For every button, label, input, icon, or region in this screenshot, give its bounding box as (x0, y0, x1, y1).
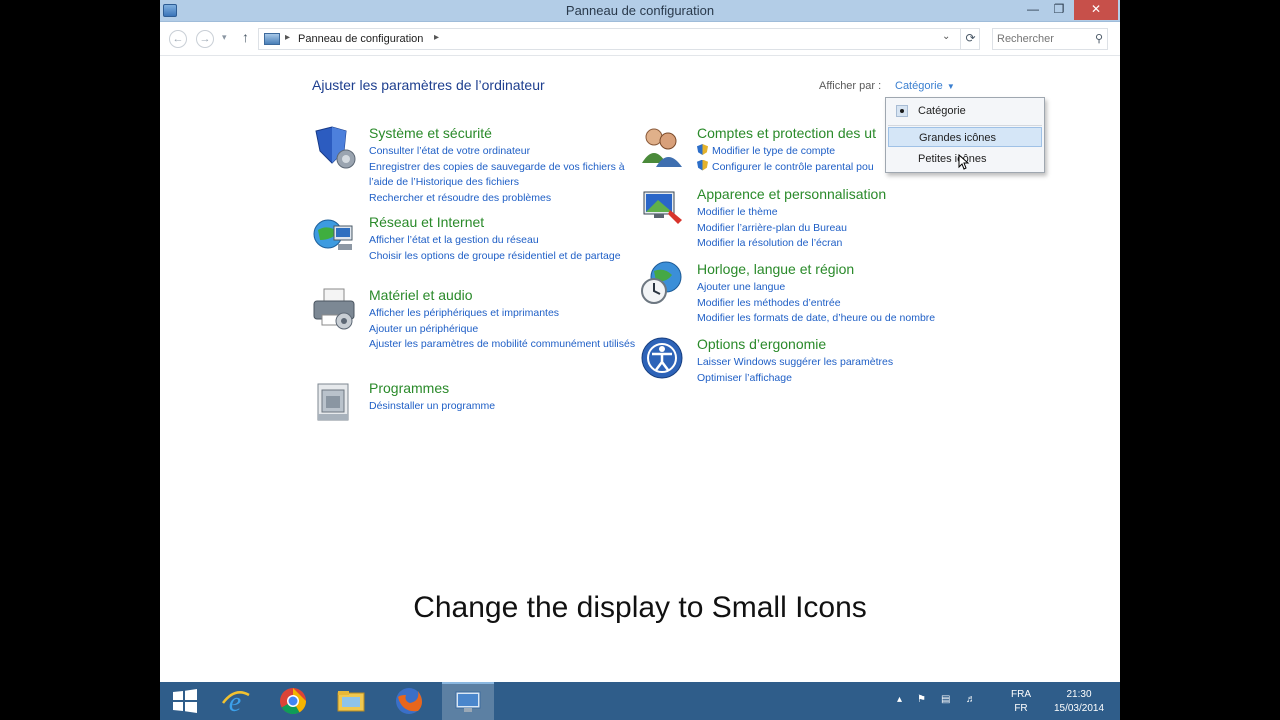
search-box[interactable]: ⚲ (992, 28, 1108, 50)
file-explorer-icon[interactable] (334, 685, 368, 717)
users-icon[interactable] (640, 125, 684, 169)
category-link[interactable]: Enregistrer des copies de sauvegarde de … (369, 160, 637, 191)
taskbar: e ▴ ⚑ ▤ ♬ FRA FR 21:30 15/03/2014 (160, 682, 1120, 720)
ease-of-access-icon[interactable] (640, 336, 684, 380)
clock-date[interactable]: 15/03/2014 (1046, 702, 1112, 716)
clock-globe-icon[interactable] (640, 261, 684, 305)
category-link-label[interactable]: Modifier le type de compte (712, 145, 835, 157)
uac-shield-icon (697, 144, 708, 155)
breadcrumb-separator-icon[interactable]: ▸ (285, 32, 290, 43)
address-dropdown-chevron-icon[interactable]: ⌄ (942, 31, 950, 42)
category-title[interactable]: Réseau et Internet (369, 214, 484, 230)
refresh-icon[interactable]: ⟳ (960, 28, 980, 50)
system-clock[interactable]: 21:30 15/03/2014 (1046, 688, 1112, 716)
keyboard-layout[interactable]: FR (1011, 702, 1031, 716)
title-bar[interactable]: Panneau de configuration — ❐ ✕ (160, 0, 1120, 22)
chevron-down-icon[interactable]: ▼ (945, 82, 955, 91)
search-icon[interactable]: ⚲ (1095, 32, 1103, 45)
taskbar-control-panel-button[interactable] (442, 682, 494, 720)
menu-item-label[interactable]: Petites icônes (918, 153, 986, 165)
control-panel-icon (264, 33, 280, 45)
search-input[interactable] (997, 32, 1087, 46)
category-link[interactable]: Afficher l’état et la gestion du réseau (369, 233, 637, 249)
printer-icon[interactable] (312, 287, 356, 331)
category-link[interactable]: Choisir les options de groupe résidentie… (369, 249, 637, 265)
window-title: Panneau de configuration (565, 3, 715, 18)
category-link[interactable]: Modifier la résolution de l’écran (697, 236, 965, 252)
category-link[interactable]: Consulter l’état de votre ordinateur (369, 144, 637, 160)
category-link-label[interactable]: Configurer le contrôle parental pou (712, 161, 874, 173)
control-panel-window: Panneau de configuration — ❐ ✕ ← → ▾ ↑ ▸… (160, 0, 1120, 720)
tutorial-caption: Change the display to Small Icons (413, 591, 867, 624)
category-link[interactable]: Ajuster les paramètres de mobilité commu… (369, 337, 637, 353)
category-link[interactable]: Ajouter une langue (697, 280, 965, 296)
menu-item-large-icons[interactable]: Grandes icônes (888, 127, 1042, 147)
menu-divider (888, 125, 1042, 126)
network-tray-icon[interactable]: ▤ (941, 694, 950, 705)
close-button[interactable]: ✕ (1074, 0, 1118, 20)
category-link[interactable]: Afficher les périphériques et imprimante… (369, 306, 637, 322)
language-code[interactable]: FRA (1011, 688, 1031, 702)
view-by-dropdown[interactable]: Catégorie ▼ (895, 80, 955, 92)
category-title[interactable]: Options d’ergonomie (697, 336, 826, 352)
firefox-icon[interactable] (392, 685, 426, 717)
minimize-button[interactable]: — (1020, 0, 1046, 20)
forward-button[interactable]: → (196, 30, 214, 48)
network-icon[interactable] (312, 214, 356, 258)
category-link[interactable]: Modifier l’arrière-plan du Bureau (697, 221, 965, 237)
windows-start-icon[interactable] (168, 685, 202, 717)
action-center-flag-icon[interactable]: ⚑ (917, 694, 926, 705)
recent-locations-chevron-icon[interactable]: ▾ (222, 32, 227, 43)
breadcrumb-chevron-icon[interactable]: ▸ (434, 32, 439, 43)
page-title: Ajuster les paramètres de l’ordinateur (312, 77, 545, 93)
shield-icon[interactable] (312, 125, 356, 169)
category-link[interactable]: Désinstaller un programme (369, 399, 637, 415)
language-indicator[interactable]: FRA FR (1011, 688, 1031, 716)
maximize-button[interactable]: ❐ (1046, 0, 1072, 20)
radio-selected-icon (896, 105, 908, 117)
category-link[interactable]: Modifier les formats de date, d’heure ou… (697, 311, 965, 327)
breadcrumb-control-panel[interactable]: Panneau de configuration (298, 33, 423, 45)
uac-shield-icon (697, 159, 708, 171)
category-link[interactable]: Rechercher et résoudre des problèmes (369, 191, 637, 207)
volume-icon[interactable]: ♬ (966, 694, 976, 705)
appearance-icon[interactable] (640, 186, 684, 230)
category-title[interactable]: Horloge, langue et région (697, 261, 854, 277)
category-title[interactable]: Matériel et audio (369, 287, 473, 303)
internet-explorer-icon[interactable]: e (218, 685, 252, 717)
category-title[interactable]: Programmes (369, 380, 449, 396)
address-field[interactable]: ▸ Panneau de configuration ▸ (258, 28, 980, 50)
show-hidden-icons-icon[interactable]: ▴ (897, 694, 902, 705)
category-title[interactable]: Comptes et protection des ut (697, 125, 876, 141)
category-link[interactable]: Laisser Windows suggérer les paramètres (697, 355, 965, 371)
mouse-cursor-icon (958, 154, 970, 170)
category-link[interactable]: Modifier les méthodes d’entrée (697, 296, 965, 312)
category-link[interactable]: Optimiser l’affichage (697, 371, 965, 387)
category-title[interactable]: Système et sécurité (369, 125, 492, 141)
chrome-icon[interactable] (276, 685, 310, 717)
control-panel-icon (455, 691, 481, 712)
back-button[interactable]: ← (169, 30, 187, 48)
view-by-label: Afficher par : (819, 80, 882, 92)
menu-item-label[interactable]: Grandes icônes (919, 132, 996, 144)
view-by-value[interactable]: Catégorie (895, 80, 943, 92)
category-link[interactable]: Modifier le thème (697, 205, 965, 221)
clock-time[interactable]: 21:30 (1046, 688, 1112, 702)
up-arrow-icon[interactable]: ↑ (242, 29, 249, 45)
menu-item-label[interactable]: Catégorie (918, 105, 966, 117)
category-link[interactable]: Ajouter un périphérique (369, 322, 637, 338)
menu-item-category[interactable]: Catégorie (888, 101, 1042, 121)
programs-icon[interactable] (312, 380, 356, 424)
category-title[interactable]: Apparence et personnalisation (697, 186, 886, 202)
